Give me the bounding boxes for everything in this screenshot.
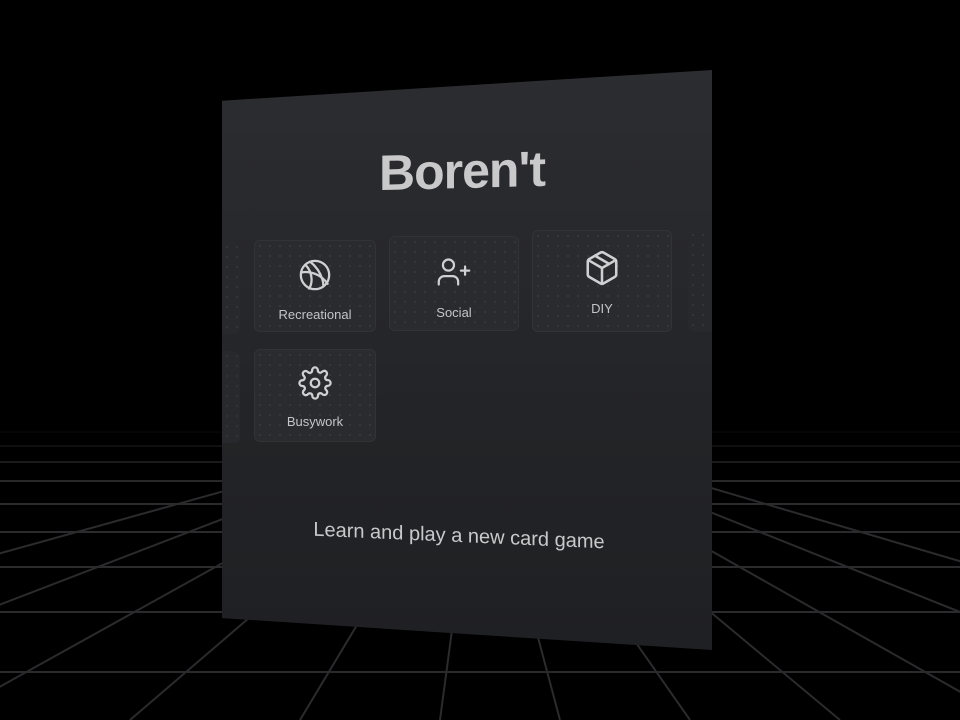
partial-tile-left-bottom <box>222 351 240 443</box>
partial-tile-right-top <box>688 230 712 332</box>
app-panel: Boren't Recreational Social DIY Busywork… <box>222 70 712 650</box>
category-label-recreational: Recreational <box>278 307 352 322</box>
add-user-icon <box>436 255 472 289</box>
category-tile-recreational[interactable]: Recreational <box>254 240 376 332</box>
partial-tile-left-top <box>222 242 240 334</box>
app-window: Boren't Recreational Social DIY Busywork… <box>222 70 712 650</box>
basketball-icon <box>298 258 332 292</box>
category-tile-diy[interactable]: DIY <box>532 230 672 332</box>
app-title: Boren't <box>379 140 545 202</box>
category-label-busywork: Busywork <box>286 414 344 429</box>
category-label-social: Social <box>436 305 472 320</box>
app-tagline: Learn and play a new card game <box>313 518 605 554</box>
package-box-icon <box>583 249 621 287</box>
category-label-diy: DIY <box>591 301 613 316</box>
category-tile-social[interactable]: Social <box>389 236 519 331</box>
vr-scene: Boren't Recreational Social DIY Busywork… <box>0 0 960 720</box>
category-tile-busywork[interactable]: Busywork <box>254 349 376 442</box>
gear-icon <box>298 366 332 400</box>
